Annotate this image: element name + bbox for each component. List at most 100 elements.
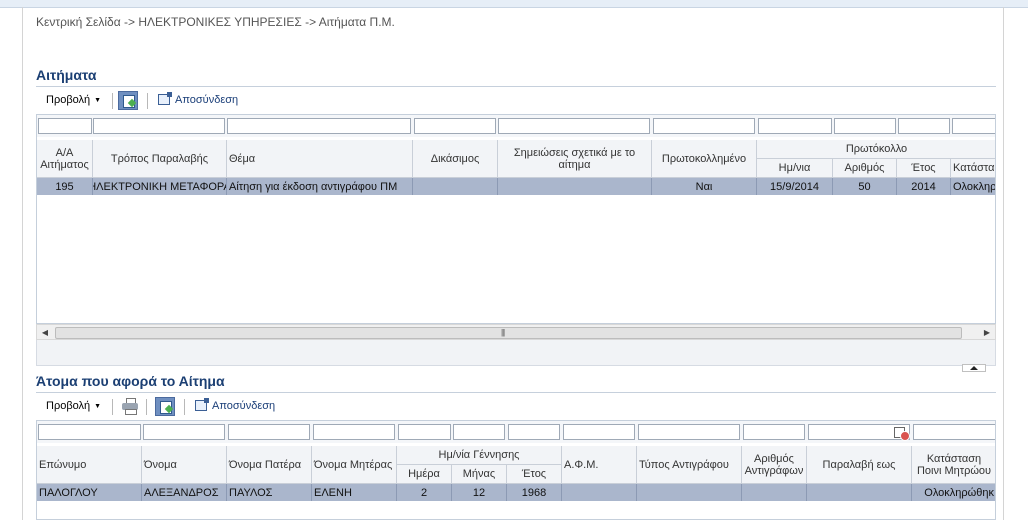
- left-divider: [22, 7, 23, 520]
- cell-notes: [498, 178, 652, 195]
- persons-view-menu[interactable]: Προβολή ▼: [46, 400, 101, 412]
- col-header-copy-type[interactable]: Τύπος Αντιγράφου: [637, 446, 742, 484]
- col-header-aa[interactable]: Α/Α Αιτήματος: [37, 140, 93, 178]
- filter-month-input[interactable]: [453, 424, 505, 440]
- breadcrumb: Κεντρική Σελίδα -> ΗΛΕΚΤΡΟΝΙΚΕΣ ΥΠΗΡΕΣΙΕ…: [36, 15, 395, 29]
- col-header-afm[interactable]: Α.Φ.Μ.: [562, 446, 637, 484]
- filter-fee-input[interactable]: [414, 118, 496, 134]
- requests-table: Α/Α Αιτήματος Τρόπος Παραλαβής Θέμα Δικά…: [36, 114, 996, 324]
- filter-surname-input[interactable]: [38, 424, 141, 440]
- col-header-proto-date[interactable]: Ημ/νια: [757, 159, 833, 178]
- persons-title-rule: [36, 392, 996, 393]
- toolbar-separator: [146, 399, 147, 415]
- cell-aa: 195: [37, 178, 93, 195]
- cell-status: Ολοκληρ: [951, 178, 995, 195]
- filter-aa-input[interactable]: [38, 118, 92, 134]
- scroll-grip-icon: |||: [501, 328, 505, 337]
- filter-copy-type-input[interactable]: [638, 424, 740, 440]
- persons-detach-button[interactable]: Αποσύνδεση: [195, 398, 276, 412]
- date-picker-icon[interactable]: [893, 424, 910, 441]
- persons-section-title: Άτομα που αφορά το Αίτημα: [36, 373, 225, 389]
- cell-year: 1968: [507, 484, 562, 501]
- requests-view-menu[interactable]: Προβολή ▼: [46, 94, 101, 106]
- filter-record-status-input[interactable]: [913, 424, 995, 440]
- cell-proto-date: 15/9/2014: [757, 178, 833, 195]
- col-header-notes[interactable]: Σημειώσεις σχετικά με το αίτημα: [498, 140, 652, 178]
- filter-name-input[interactable]: [143, 424, 225, 440]
- cell-name: ΑΛΕΞΑΝΔΡΟΣ: [142, 484, 227, 501]
- col-header-fee[interactable]: Δικάσιμος: [413, 140, 498, 178]
- col-header-proto-number[interactable]: Αριθμός: [833, 159, 897, 178]
- requests-view-label: Προβολή: [46, 94, 91, 106]
- cell-registered: Ναι: [652, 178, 757, 195]
- edit-records-button[interactable]: [118, 91, 138, 110]
- col-header-surname[interactable]: Επώνυμο: [37, 446, 142, 484]
- col-header-mother[interactable]: Όνομα Μητέρας: [312, 446, 397, 484]
- filter-proto-date-input[interactable]: [758, 118, 832, 134]
- cell-record-status: Ολοκληρώθηκ: [912, 484, 995, 501]
- cell-surname: ΠΑΛΟΓΛΟΥ: [37, 484, 142, 501]
- col-header-subject[interactable]: Θέμα: [227, 140, 413, 178]
- toolbar-separator: [147, 93, 148, 109]
- requests-horizontal-scrollbar[interactable]: ◀ ||| ▶: [36, 324, 996, 340]
- filter-father-input[interactable]: [228, 424, 310, 440]
- filter-year-input[interactable]: [508, 424, 560, 440]
- col-header-registered[interactable]: Πρωτοκολλημένο: [652, 140, 757, 178]
- filter-mother-input[interactable]: [313, 424, 395, 440]
- top-frame-bar: [0, 0, 1028, 8]
- cell-afm: [562, 484, 637, 501]
- filter-status-input[interactable]: [952, 118, 995, 134]
- persons-filter-row: [37, 421, 995, 443]
- col-header-birth-group: Ημ/νία Γέννησης: [397, 446, 562, 465]
- filter-day-input[interactable]: [398, 424, 451, 440]
- collapse-panel-button[interactable]: [962, 364, 986, 372]
- col-header-protocol-group: Πρωτόκολλο: [757, 140, 995, 159]
- col-header-record-status[interactable]: Κατάσταση Ποινι Μητρώου: [912, 446, 995, 484]
- cell-day: 2: [397, 484, 452, 501]
- scrollbar-thumb[interactable]: |||: [55, 327, 962, 339]
- filter-afm-input[interactable]: [563, 424, 635, 440]
- detach-icon: [195, 398, 209, 411]
- filter-proto-number-input[interactable]: [834, 118, 896, 134]
- edit-records-button[interactable]: [155, 397, 175, 416]
- col-header-proto-year[interactable]: Έτος: [897, 159, 951, 178]
- filter-copy-count-input[interactable]: [743, 424, 805, 440]
- print-tray: [125, 409, 137, 415]
- col-header-day[interactable]: Ημέρα: [397, 465, 452, 484]
- cell-father: ΠΑΥΛΟΣ: [227, 484, 312, 501]
- col-header-method[interactable]: Τρόπος Παραλαβής: [93, 140, 227, 178]
- detach-icon: [158, 92, 172, 105]
- toolbar-separator: [112, 399, 113, 415]
- requests-footer-band: [36, 340, 996, 366]
- requests-detach-button[interactable]: Αποσύνδεση: [158, 92, 238, 106]
- col-header-status[interactable]: Κατάστασ: [951, 159, 995, 178]
- print-icon[interactable]: [122, 398, 138, 415]
- filter-proto-year-input[interactable]: [898, 118, 950, 134]
- cell-proto-number: 50: [833, 178, 897, 195]
- col-header-name[interactable]: Όνομα: [142, 446, 227, 484]
- col-header-received-until[interactable]: Παραλαβή εως: [807, 446, 912, 484]
- cell-method: ΗΛΕΚΤΡΟΝΙΚΗ ΜΕΤΑΦΟΡΑ: [93, 178, 227, 195]
- scroll-right-arrow-icon[interactable]: ▶: [981, 327, 993, 339]
- filter-registered-input[interactable]: [653, 118, 755, 134]
- scroll-left-arrow-icon[interactable]: ◀: [39, 327, 51, 339]
- col-header-father[interactable]: Όνομα Πατέρα: [227, 446, 312, 484]
- cell-copy-type: [637, 484, 742, 501]
- requests-filter-row: [37, 115, 995, 137]
- toolbar-separator: [184, 399, 185, 415]
- col-header-month[interactable]: Μήνας: [452, 465, 507, 484]
- clock-icon: [900, 431, 910, 441]
- cell-received-until: [807, 484, 912, 501]
- persons-detach-label: Αποσύνδεση: [212, 400, 276, 412]
- col-header-year[interactable]: Έτος: [507, 465, 562, 484]
- persons-view-label: Προβολή: [46, 400, 91, 412]
- requests-section-title: Αιτήματα: [36, 67, 97, 83]
- filter-notes-input[interactable]: [498, 118, 650, 134]
- toolbar-separator: [112, 93, 113, 109]
- persons-toolbar: Προβολή ▼ Αποσύνδεση: [36, 396, 996, 418]
- filter-subject-input[interactable]: [227, 118, 411, 134]
- persons-table: Επώνυμο Όνομα Όνομα Πατέρα Όνομα Μητέρας…: [36, 420, 996, 520]
- filter-method-input[interactable]: [93, 118, 225, 134]
- cell-subject: Αίτηση για έκδοση αντιγράφου ΠΜ: [227, 178, 413, 195]
- col-header-copy-count[interactable]: Αριθμός Αντιγράφων: [742, 446, 807, 484]
